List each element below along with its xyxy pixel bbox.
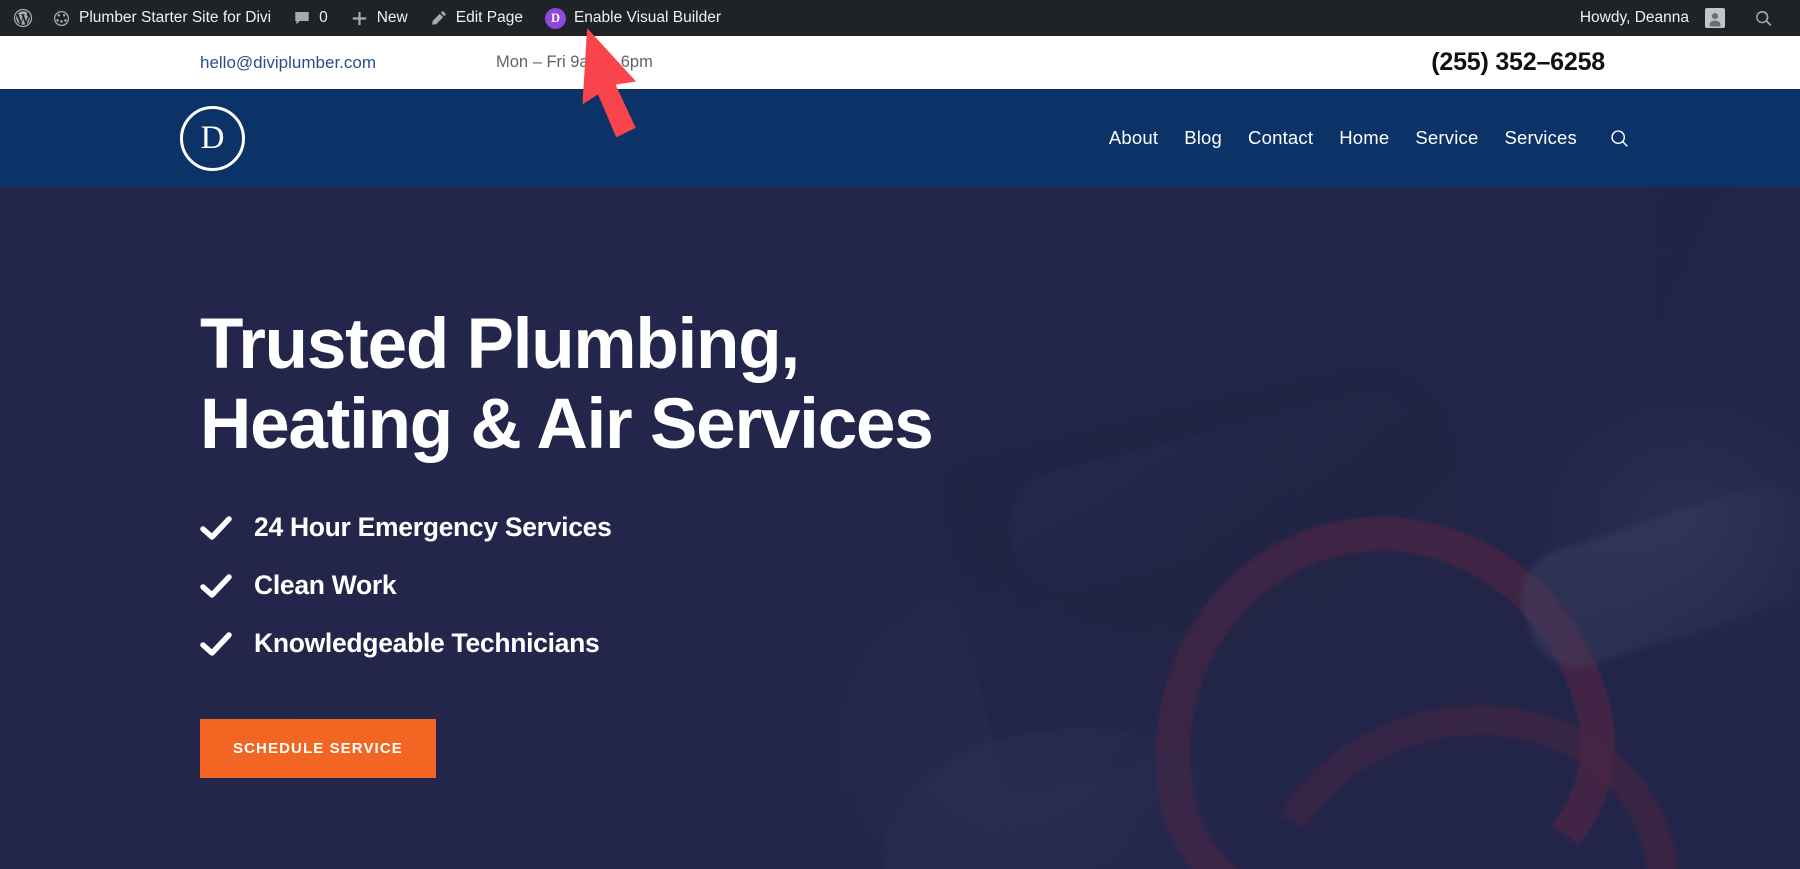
user-avatar-icon [1705, 8, 1725, 28]
comment-count: 0 [319, 9, 328, 26]
search-icon [1754, 9, 1773, 28]
edit-page-link[interactable]: Edit Page [419, 0, 534, 36]
hero-section: Trusted Plumbing, Heating & Air Services… [0, 187, 1800, 869]
dashboard-site-icon [52, 9, 71, 28]
hero-feature-label: Knowledgeable Technicians [254, 628, 600, 659]
contact-bar-inner: hello@diviplumber.com Mon – Fri 9am – 6p… [200, 36, 1605, 89]
site-name-label: Plumber Starter Site for Divi [79, 9, 272, 26]
divi-circle-logo[interactable]: D [180, 105, 245, 171]
header-inner: D About Blog Contact Home Service Servic… [180, 89, 1628, 187]
wp-admin-bar: Plumber Starter Site for Divi 0 New Edit… [0, 0, 1800, 36]
edit-page-label: Edit Page [455, 9, 523, 26]
contact-phone-number[interactable]: (255) 352–6258 [1431, 48, 1605, 77]
divi-badge-icon: D [544, 7, 566, 29]
enable-visual-builder-link[interactable]: D Enable Visual Builder [534, 0, 732, 36]
hero-feature-list: 24 Hour Emergency Services Clean Work Kn… [200, 512, 1100, 686]
nav-link-about[interactable]: About [1109, 127, 1158, 149]
search-icon[interactable] [1609, 128, 1630, 149]
checkmark-icon [200, 515, 232, 541]
hero-feature-label: Clean Work [254, 570, 397, 601]
enable-visual-builder-label: Enable Visual Builder [573, 9, 722, 26]
new-content-menu[interactable]: New [339, 0, 419, 36]
primary-navigation: About Blog Contact Home Service Services [1109, 127, 1630, 149]
checkmark-icon [200, 573, 232, 599]
hero-feature-item: Knowledgeable Technicians [200, 628, 1100, 659]
comment-bubble-icon [293, 9, 311, 27]
comments-menu[interactable]: 0 [282, 0, 339, 36]
nav-link-service[interactable]: Service [1415, 127, 1478, 149]
howdy-label: Howdy, Deanna [1579, 9, 1689, 26]
admin-bar-left-group: Plumber Starter Site for Divi 0 New Edit… [0, 0, 732, 36]
new-label: New [376, 9, 408, 26]
top-contact-bar: hello@diviplumber.com Mon – Fri 9am – 6p… [0, 36, 1800, 89]
nav-link-contact[interactable]: Contact [1248, 127, 1313, 149]
checkmark-icon [200, 631, 232, 657]
nav-link-services[interactable]: Services [1504, 127, 1577, 149]
business-hours-text: Mon – Fri 9am – 6pm [496, 53, 653, 71]
admin-bar-search-button[interactable] [1736, 0, 1786, 36]
pencil-icon [430, 9, 448, 27]
plus-icon [350, 9, 369, 28]
hero-feature-item: 24 Hour Emergency Services [200, 512, 1100, 543]
contact-email-link[interactable]: hello@diviplumber.com [200, 53, 376, 73]
hero-feature-label: 24 Hour Emergency Services [254, 512, 612, 543]
site-name-menu[interactable]: Plumber Starter Site for Divi [41, 0, 282, 36]
wordpress-logo-icon [12, 7, 34, 29]
hero-heading: Trusted Plumbing, Heating & Air Services [200, 305, 934, 464]
hero-content: Trusted Plumbing, Heating & Air Services… [200, 187, 1100, 869]
wp-logo-menu[interactable] [0, 0, 41, 36]
site-header: D About Blog Contact Home Service Servic… [0, 89, 1800, 187]
nav-link-home[interactable]: Home [1339, 127, 1389, 149]
schedule-service-button[interactable]: SCHEDULE SERVICE [200, 719, 436, 779]
admin-bar-right-group: Howdy, Deanna [1569, 0, 1800, 36]
hero-feature-item: Clean Work [200, 570, 1100, 601]
nav-link-blog[interactable]: Blog [1184, 127, 1222, 149]
my-account-menu[interactable]: Howdy, Deanna [1569, 0, 1736, 36]
